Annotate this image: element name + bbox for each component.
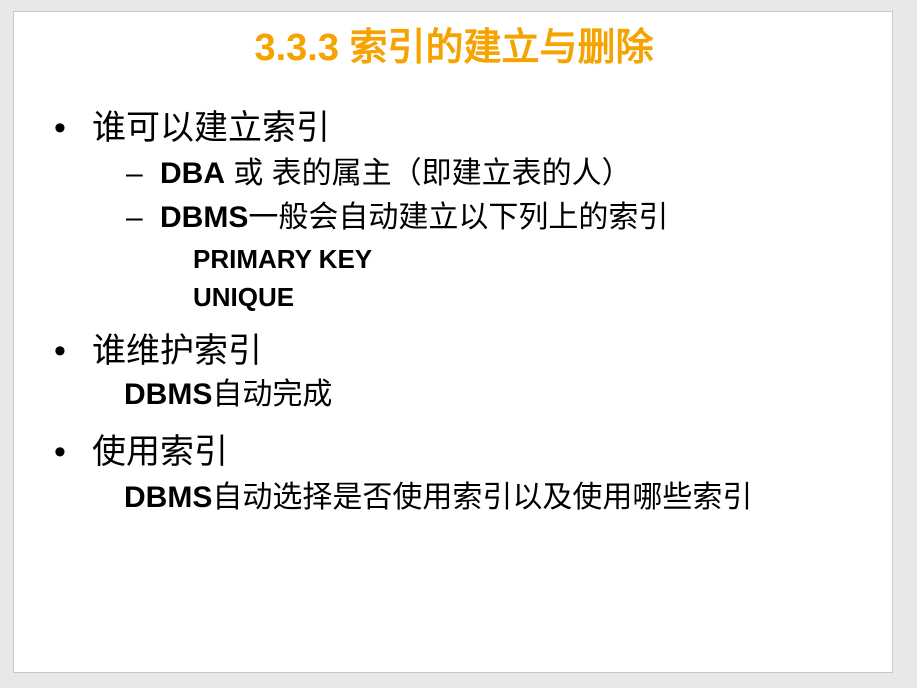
- bullet-icon: •: [54, 433, 66, 471]
- bullet-item-1-text: 谁可以建立索引: [92, 109, 330, 147]
- detail-item-2: DBMS自动完成: [124, 375, 332, 415]
- bullet-item-2-text: 谁维护索引: [92, 332, 262, 370]
- sub-item-1-2-bold: DBMS: [160, 201, 249, 234]
- slide: 3.3.3 索引的建立与删除 • 谁可以建立索引 – DBA 或 表的属主（即建立表…: [13, 11, 893, 673]
- sub-item-1-1: – DBA 或 表的属主（即建立表的人）: [126, 154, 632, 194]
- bullet-icon: •: [54, 109, 66, 147]
- sub-item-1-1-text: 或 表的属主（即建立表的人）: [225, 157, 632, 190]
- sub-item-1-2-text: 一般会自动建立以下列上的索引: [248, 201, 669, 234]
- slide-title: 3.3.3 索引的建立与删除: [254, 27, 654, 69]
- sub-item-1-2: – DBMS一般会自动建立以下列上的索引: [126, 198, 668, 238]
- bullet-icon: •: [54, 332, 66, 370]
- dash-icon: –: [126, 157, 143, 190]
- detail-item-3-bold: DBMS: [124, 481, 213, 514]
- dash-icon: –: [126, 201, 143, 234]
- bullet-item-3: • 使用索引: [54, 430, 228, 474]
- detail-item-2-bold: DBMS: [124, 378, 213, 411]
- sub-sub-item-unique: UNIQUE: [193, 282, 295, 312]
- detail-item-3-text: 自动选择是否使用索引以及使用哪些索引: [212, 481, 753, 514]
- sub-item-1-1-bold: DBA: [160, 157, 225, 190]
- sub-sub-item-primary-key: PRIMARY KEY: [193, 244, 373, 274]
- detail-item-3: DBMS自动选择是否使用索引以及使用哪些索引: [124, 478, 752, 518]
- bullet-item-2: • 谁维护索引: [54, 329, 262, 373]
- bullet-item-3-text: 使用索引: [92, 433, 228, 471]
- detail-item-2-text: 自动完成: [212, 378, 333, 411]
- bullet-item-1: • 谁可以建立索引: [54, 106, 330, 150]
